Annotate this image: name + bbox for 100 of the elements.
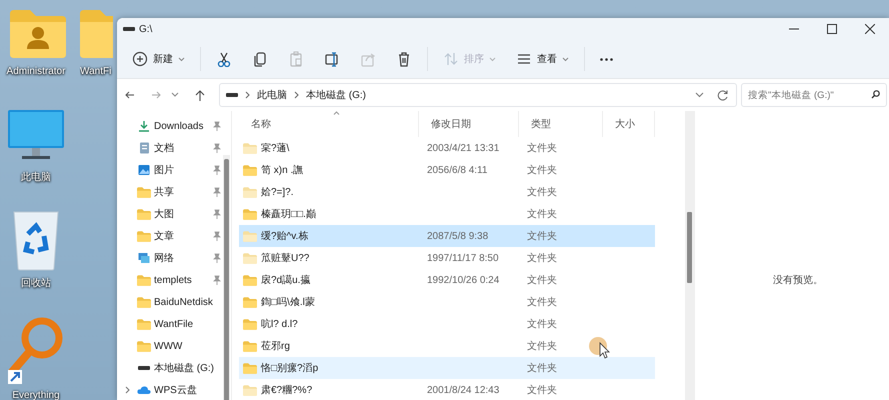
- network-icon: [138, 252, 150, 264]
- folder-icon: [243, 164, 257, 176]
- file-type: 文件夹: [527, 187, 557, 198]
- drive-icon: [226, 92, 238, 98]
- clipboard-icon: [288, 51, 304, 67]
- pin-icon: [212, 275, 221, 285]
- file-type: 文件夹: [527, 275, 557, 286]
- close-icon[interactable]: [865, 24, 875, 34]
- file-type: 文件夹: [527, 385, 557, 396]
- file-row[interactable]: 缓?贻^v.栋 2087/5/8 9:38 文件夹: [239, 225, 655, 247]
- pin-icon: [212, 143, 221, 153]
- folder-icon: [137, 296, 151, 308]
- expand-chevron-icon[interactable]: [125, 386, 130, 394]
- file-name: 姶?=]?.: [261, 186, 294, 199]
- scrollbar-thumb[interactable]: [687, 212, 692, 283]
- file-name: 莅邪rg: [261, 340, 290, 353]
- up-arrow-icon[interactable]: [195, 90, 205, 100]
- nav-item[interactable]: 文章: [117, 225, 231, 247]
- nav-item[interactable]: WPS云盘: [117, 379, 231, 400]
- file-type: 文件夹: [527, 165, 557, 176]
- modified-date: 2001/8/24 12:43: [427, 384, 500, 396]
- nav-item[interactable]: 本地磁盘 (G:): [117, 357, 231, 379]
- file-type: 文件夹: [527, 297, 557, 308]
- pin-icon: [212, 209, 221, 219]
- column-header[interactable]: 名称: [239, 111, 419, 137]
- copy-icon: [252, 51, 268, 67]
- mouse-cursor-icon: [589, 337, 611, 361]
- file-type: 文件夹: [527, 319, 557, 330]
- file-row[interactable]: 莅邪rg 文件夹: [239, 335, 655, 357]
- maximize-icon[interactable]: [827, 24, 837, 34]
- file-row[interactable]: 肃€?糰?%? 2001/8/24 12:43 文件夹: [239, 379, 655, 400]
- more-icon: [600, 58, 613, 60]
- recent-caret-icon[interactable]: [171, 92, 179, 98]
- folder-icon: [243, 384, 257, 396]
- pin-icon: [212, 231, 221, 241]
- column-header[interactable]: 大小: [603, 111, 655, 137]
- file-row[interactable]: 宲?蓪\ 2003/4/21 13:31 文件夹: [239, 137, 655, 159]
- file-row[interactable]: 笥 x)n .譕 2056/6/8 4:11 文件夹: [239, 159, 655, 181]
- folder-icon: [243, 362, 257, 374]
- address-bar[interactable]: 此电脑 本地磁盘 (G:): [219, 83, 737, 107]
- nav-item[interactable]: 大图: [117, 203, 231, 225]
- file-type: 文件夹: [527, 363, 557, 374]
- folder-icon: [137, 230, 151, 242]
- folder-icon: [137, 274, 151, 286]
- search-field[interactable]: 搜索"本地磁盘 (G:)": [741, 83, 887, 107]
- modified-date: 2087/5/8 9:38: [427, 230, 488, 242]
- folder-icon: [243, 142, 257, 154]
- breadcrumb[interactable]: 本地磁盘 (G:): [306, 88, 366, 102]
- file-name: 笥 x)n .譕: [261, 164, 304, 177]
- file-row[interactable]: 扆?d譪u.攍 1992/10/26 0:24 文件夹: [239, 269, 655, 291]
- file-row[interactable]: 吭l? d.l? 文件夹: [239, 313, 655, 335]
- folder-icon: [243, 296, 257, 308]
- back-arrow-icon[interactable]: [125, 90, 135, 100]
- folder-icon: [243, 318, 257, 330]
- file-type: 文件夹: [527, 143, 557, 154]
- column-header[interactable]: 修改日期: [419, 111, 519, 137]
- drive-icon: [123, 26, 135, 32]
- modified-date: 1992/10/26 0:24: [427, 274, 500, 286]
- modified-date: 2056/6/8 4:11: [427, 164, 488, 176]
- column-header[interactable]: 类型: [519, 111, 603, 137]
- file-row[interactable]: 榛矗玥□□.巓 文件夹: [239, 203, 655, 225]
- file-row[interactable]: 笟赃鼙U?? 1997/11/17 8:50 文件夹: [239, 247, 655, 269]
- nav-item[interactable]: 图片: [117, 159, 231, 181]
- file-row[interactable]: 鍧□吗\飧.l蒙 文件夹: [239, 291, 655, 313]
- file-name: 宲?蓪\: [261, 142, 290, 155]
- folder-icon: [243, 208, 257, 220]
- window-title: G:\: [139, 24, 154, 34]
- folder-icon: [137, 208, 151, 220]
- file-name: 吭l? d.l?: [261, 318, 298, 331]
- nav-item[interactable]: WWW: [117, 335, 231, 357]
- file-row[interactable]: 姶?=]?. 文件夹: [239, 181, 655, 203]
- scrollbar-thumb[interactable]: [224, 159, 229, 400]
- dropdown-caret-icon: [562, 56, 569, 62]
- nav-item[interactable]: 共享: [117, 181, 231, 203]
- scissors-icon: [216, 51, 232, 67]
- picture-icon: [138, 164, 150, 176]
- refresh-icon[interactable]: [717, 90, 728, 100]
- download-icon: [138, 120, 150, 132]
- nav-item[interactable]: templets: [117, 269, 231, 291]
- file-name: 笟赃鼙U??: [261, 252, 310, 265]
- nav-item[interactable]: 文档: [117, 137, 231, 159]
- sort-icon: [443, 51, 459, 67]
- nav-item[interactable]: Downloads: [117, 115, 231, 137]
- modified-date: 2003/4/21 13:31: [427, 142, 500, 154]
- dropdown-caret-icon[interactable]: [695, 92, 704, 98]
- new-button[interactable]: 新建: [123, 45, 194, 73]
- nav-item[interactable]: 网络: [117, 247, 231, 269]
- file-row[interactable]: 恪□别瘰?滔p 文件夹: [239, 357, 655, 379]
- folder-icon: [243, 186, 257, 198]
- nav-item[interactable]: WantFile: [117, 313, 231, 335]
- pin-icon: [212, 187, 221, 197]
- dropdown-caret-icon: [489, 56, 496, 62]
- view-button[interactable]: 查看: [507, 45, 578, 73]
- document-icon: [138, 142, 150, 154]
- folder-icon: [243, 340, 257, 352]
- dropdown-caret-icon: [178, 56, 185, 62]
- pin-icon: [212, 253, 221, 263]
- nav-item[interactable]: BaiduNetdisk: [117, 291, 231, 313]
- folder-icon: [243, 274, 257, 286]
- breadcrumb[interactable]: 此电脑: [257, 88, 287, 102]
